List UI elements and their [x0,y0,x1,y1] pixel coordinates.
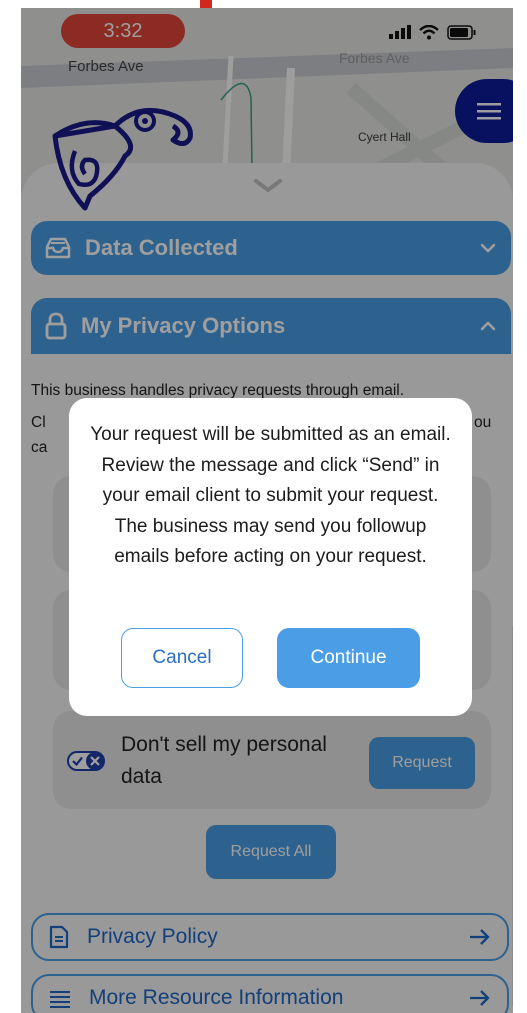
dialog-message: Your request will be submitted as an ema… [90,424,451,567]
phone-screen: Forbes Ave Forbes Ave Cyert Hall 3:32 Da… [21,8,513,1013]
cancel-button[interactable]: Cancel [121,628,243,688]
scrollbar[interactable] [512,626,513,1006]
capture-marker [200,0,212,8]
continue-button[interactable]: Continue [277,628,420,688]
confirm-email-dialog: Your request will be submitted as an ema… [69,398,472,716]
